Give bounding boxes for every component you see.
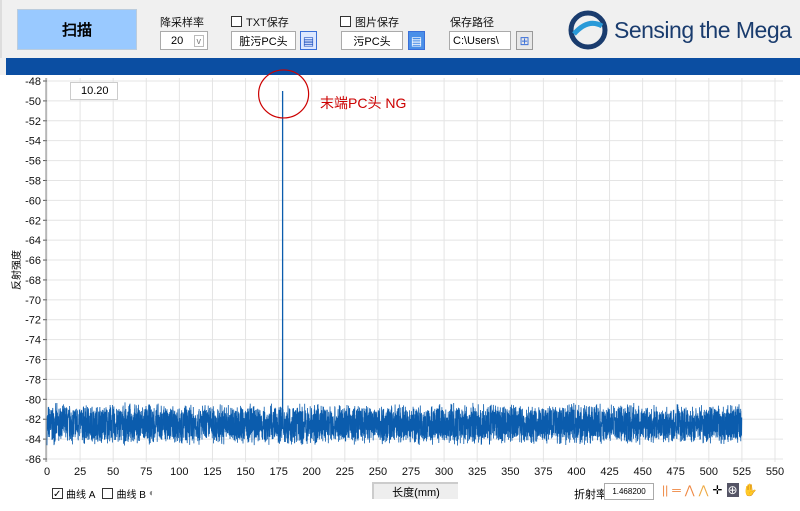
x-tick-label: 100 [170,466,188,478]
y-tick-label: -52 [25,116,41,128]
x-tick-label: 400 [567,466,585,478]
curve-b-checkbox[interactable] [102,488,114,499]
cursor-horizontal-icon[interactable]: ═ [672,483,681,497]
y-axis-label: 反射强度 [12,250,23,290]
y-tick-label: -68 [25,275,41,287]
y-tick-label: -82 [25,414,41,426]
graph-tools: || ═ ⋀ ⋀ ✛ ⊕ ✋ [662,483,758,497]
x-tick-label: 500 [700,466,718,478]
x-tick-label: 150 [236,466,254,478]
peak-icon[interactable]: ⋀ [685,483,695,497]
y-tick-label: -76 [25,355,41,367]
x-tick-label: 250 [369,466,387,478]
x-tick-label: 0 [44,466,50,478]
x-tick-label: 325 [468,466,486,478]
y-tick-label: -72 [25,315,41,327]
x-tick-label: 75 [140,466,152,478]
pan-hand-icon[interactable]: ✋ [743,483,758,497]
x-tick-label: 225 [336,466,354,478]
x-tick-label: 25 [74,466,86,478]
x-tick-label: 550 [766,466,784,478]
x-axis-label: 长度(mm) [372,482,458,499]
x-tick-label: 350 [501,466,519,478]
zoom-icon[interactable]: ⊕ [726,483,739,497]
curve-a-label: 曲线 A [66,490,96,501]
x-tick-label: 475 [667,466,685,478]
x-tick-label: 275 [402,466,420,478]
x-tick-label: 125 [203,466,221,478]
y-tick-label: -86 [25,454,41,466]
y-tick-label: -58 [25,175,41,187]
crosshair-icon[interactable]: ✛ [712,483,722,497]
curve-b-label: 曲线 B [116,490,146,501]
x-tick-label: 525 [733,466,751,478]
y-tick-label: -78 [25,374,41,386]
y-tick-label: -50 [25,96,41,108]
x-tick-label: 175 [269,466,287,478]
y-tick-label: -66 [25,255,41,267]
y-tick-label: -74 [25,335,41,347]
y-tick-label: -64 [25,235,41,247]
plot-style-icon[interactable]: ◐ [149,488,155,499]
y-tick-label: -80 [25,394,41,406]
x-tick-label: 50 [107,466,119,478]
x-tick-label: 425 [600,466,618,478]
x-tick-label: 375 [534,466,552,478]
y-tick-label: -54 [25,136,41,148]
cursor-vertical-icon[interactable]: || [662,483,668,497]
x-tick-label: 450 [633,466,651,478]
chart[interactable]: 0 25 50 75 100 125 150 175 200 225 250 275 300 325 350… [0,0,800,511]
legend: ✓ 曲线 A 曲线 B ◐ [52,486,155,501]
curve-a-checkbox[interactable]: ✓ [52,488,63,500]
y-tick-label: -84 [25,434,41,446]
x-tick-label: 200 [303,466,321,478]
x-tick-label: 300 [435,466,453,478]
annotation-label: 末端PC头 NG [320,95,407,111]
ri-label: 折射率 [574,489,607,501]
ri-input[interactable]: 1.468200 [604,483,654,500]
y-tick-label: -70 [25,295,41,307]
y-tick-label: -56 [25,156,41,168]
y-tick-label: -62 [25,215,41,227]
peak-alt-icon[interactable]: ⋀ [699,483,709,497]
y-tick-label: -48 [25,76,41,88]
y-tick-label: -60 [25,195,41,207]
plot-area [47,78,783,462]
cursor-value: 10.20 [70,82,118,100]
